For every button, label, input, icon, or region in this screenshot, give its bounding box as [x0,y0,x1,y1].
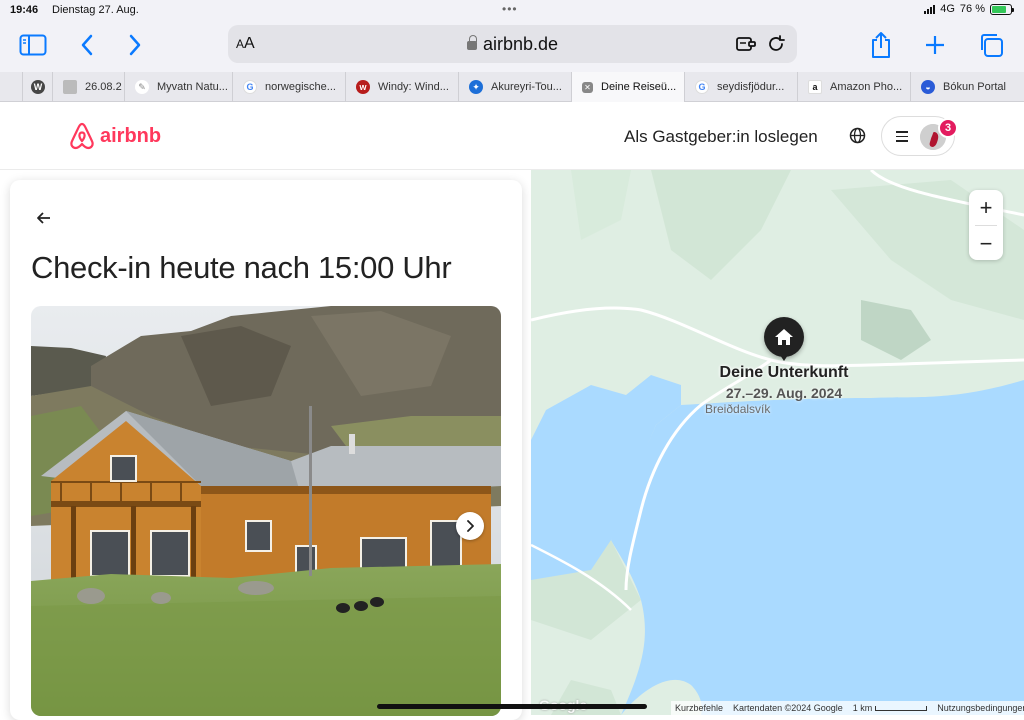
tab-wordpress[interactable]: W [22,72,52,102]
tab-google-seydisfjordur[interactable]: Gseydisfjödur... [684,72,797,102]
battery-level [992,5,1006,13]
tab-label: Amazon Pho... [830,81,903,93]
keyboard-shortcuts-link[interactable]: Kurzbefehle [675,703,723,713]
airbnb-logo[interactable]: airbnb [68,121,161,151]
map-canvas [531,170,1024,715]
tab-label: Windy: Wind... [378,81,449,93]
bokun-icon: ◒ [921,80,935,94]
tab-label: Bókun Portal [943,81,1006,93]
tab-bokun[interactable]: ◒ Bókun Portal [910,72,1016,102]
close-icon[interactable]: ✕ [582,81,593,93]
listing-photo[interactable] [31,306,501,716]
tab-windy[interactable]: w Windy: Wind... [345,72,458,102]
user-menu-button[interactable]: 3 [881,116,958,156]
tab-strip-start [0,72,22,102]
globe-icon[interactable] [849,127,866,144]
tab-label: Myvatn Natu... [157,81,228,93]
extension-icon[interactable] [735,34,757,54]
bird-icon: ✦ [469,80,483,94]
place-name: Breiðdalsvík [705,402,771,416]
home-indicator[interactable] [377,704,647,709]
feather-icon: ✎ [135,80,149,94]
back-nav-icon[interactable] [72,30,102,60]
tab-google-norwegische[interactable]: Gnorwegische... [232,72,345,102]
status-indicators: 4G 76 % [924,3,1014,15]
url-display[interactable]: airbnb.de [228,34,797,55]
google-icon: G [243,80,257,94]
network-type: 4G [940,3,955,15]
host-link[interactable]: Als Gastgeber:in loslegen [624,127,818,147]
signal-icon [924,4,936,14]
notification-badge: 3 [938,118,958,138]
page-title: Check-in heute nach 15:00 Uhr [31,250,452,285]
tab-myvatn[interactable]: ✎ Myvatn Natu... [124,72,232,102]
site-header: airbnb Als Gastgeber:in loslegen 3 [0,102,1024,170]
url-text: airbnb.de [482,34,559,54]
tab-label: seydisfjödur... [717,81,785,93]
pin-dates: 27.–29. Aug. 2024 [725,385,843,401]
tab-label: Deine Reiseü... [601,81,677,93]
battery-percent: 76 % [959,3,985,15]
airbnb-logo-icon [70,122,94,150]
lock-icon [466,35,477,50]
chevron-right-icon [467,520,474,532]
battery-icon [990,3,1014,15]
new-tab-icon[interactable] [920,30,950,60]
reload-icon[interactable] [765,33,787,55]
scale-label: 1 km [852,703,873,713]
amazon-icon: a [808,80,822,94]
tab-document[interactable]: 26.08.2 [52,72,124,102]
listing-pin[interactable] [764,317,804,361]
pin-label: Deine Unterkunft [719,364,849,381]
tab-label: 26.08.2 [85,81,122,93]
sidebar-icon[interactable] [18,30,48,60]
address-bar[interactable]: AA airbnb.de [228,25,797,63]
share-icon[interactable] [866,30,896,60]
tab-overview-icon[interactable] [976,30,1006,60]
page-icon [63,80,77,94]
map-scale: 1 km [853,703,928,713]
tab-label: norwegische... [265,81,336,93]
terms-link[interactable]: Nutzungsbedingungen [937,703,1024,713]
clock: 19:46 [10,4,39,16]
scale-bar [875,706,928,712]
logo-text: airbnb [100,124,162,147]
zoom-out-button[interactable]: − [969,226,1003,261]
back-arrow-icon[interactable] [32,206,56,230]
tab-strip: W 26.08.2 ✎ Myvatn Natu... Gnorwegische..… [0,72,1024,102]
multitask-dots[interactable]: ••• [502,2,518,16]
home-icon [775,329,793,345]
windy-icon: w [356,80,370,94]
wordpress-icon: W [31,80,45,94]
tab-amazon[interactable]: a Amazon Pho... [797,72,910,102]
main-content: + − Deine Unterkunft 27.–29. Aug. 2024 B… [0,170,1024,720]
check-in-panel: Check-in heute nach 15:00 Uhr [10,180,522,720]
tab-deine-reise[interactable]: ✕ Deine Reiseü... [571,72,684,102]
browser-toolbar: AA airbnb.de [0,20,1024,72]
date: Dienstag 27. Aug. [52,4,139,16]
house-photo [31,306,501,716]
tab-akureyri[interactable]: ✦ Akureyri-Tou... [458,72,571,102]
next-photo-button[interactable] [456,512,484,540]
menu-icon [896,131,908,145]
map[interactable]: + − Deine Unterkunft 27.–29. Aug. 2024 B… [531,170,1024,715]
map-data-attribution[interactable]: Kartendaten ©2024 Google [733,703,843,713]
tab-label: Akureyri-Tou... [491,81,562,93]
forward-nav-icon[interactable] [120,30,150,60]
google-icon: G [695,80,709,94]
zoom-in-button[interactable]: + [969,190,1003,225]
status-bar: 19:46 Dienstag 27. Aug. ••• 4G 76 % [0,0,1024,20]
zoom-controls: + − [969,190,1003,260]
map-footer: Kurzbefehle Kartendaten ©2024 Google 1 k… [671,701,1024,715]
